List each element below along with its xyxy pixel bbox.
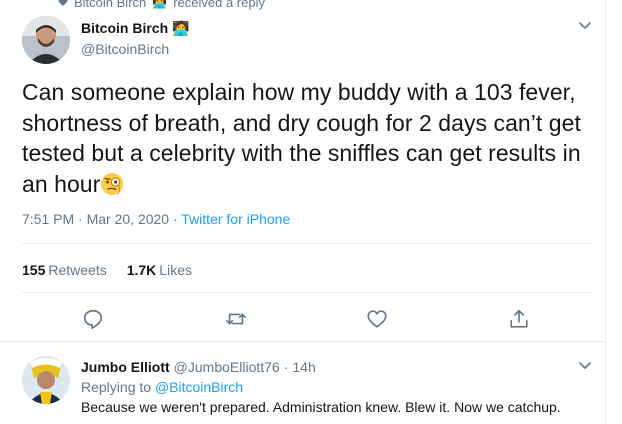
replying-to: Replying to @BitcoinBirch — [81, 379, 243, 395]
retweets-label: Retweets — [48, 262, 107, 278]
share-button[interactable] — [508, 308, 532, 332]
share-icon — [510, 309, 528, 328]
replying-to-label: Replying to — [81, 379, 152, 395]
author-handle[interactable]: @BitcoinBirch — [81, 41, 169, 57]
tweet-actions — [0, 308, 606, 332]
tweet-date[interactable]: Mar 20, 2020 — [87, 211, 170, 227]
meta-separator: · — [78, 211, 83, 227]
reply-author-handle[interactable]: @JumboElliott76 — [174, 359, 280, 375]
divider — [22, 292, 592, 293]
like-button[interactable] — [366, 308, 390, 332]
retweet-icon — [226, 313, 246, 325]
chevron-down-icon[interactable] — [578, 18, 592, 32]
technologist-emoji: 🧑‍💻 — [172, 20, 190, 36]
tweet-text: Can someone explain how my buddy with a … — [22, 77, 592, 199]
avatar[interactable] — [22, 16, 70, 64]
reply-author-name[interactable]: Jumbo Elliott — [81, 359, 170, 375]
main-tweet: Bitcoin Birch 🧑‍💻 @BitcoinBirch Can some… — [0, 0, 606, 340]
retweets-stat[interactable]: 155 Retweets — [22, 262, 107, 278]
tweet-source-link[interactable]: Twitter for iPhone — [181, 211, 290, 227]
replying-to-mention[interactable]: @BitcoinBirch — [155, 379, 243, 395]
chevron-down-icon[interactable] — [578, 358, 592, 372]
meta-separator: · — [172, 211, 178, 227]
tweet-stats: 155 Retweets 1.7K Likes — [22, 262, 192, 278]
reply-tweet[interactable]: Jumbo Elliott @JumboElliott76 · 14h Repl… — [0, 341, 606, 424]
reply-button[interactable] — [82, 308, 106, 332]
reply-text: Because we weren't prepared. Administrat… — [81, 399, 561, 415]
author-display-name[interactable]: Bitcoin Birch — [81, 20, 168, 36]
tweet-meta: 7:51 PM · Mar 20, 2020 · Twitter for iPh… — [22, 211, 290, 227]
tweet-time[interactable]: 7:51 PM — [22, 211, 74, 227]
likes-stat[interactable]: 1.7K Likes — [127, 262, 192, 278]
avatar-photo — [22, 16, 70, 64]
avatar-photo — [22, 356, 70, 404]
avatar[interactable] — [22, 356, 70, 404]
reply-icon — [83, 309, 103, 329]
likes-count: 1.7K — [126, 262, 157, 278]
reply-time[interactable]: 14h — [292, 359, 315, 375]
divider — [22, 243, 592, 244]
likes-label: Likes — [159, 262, 192, 278]
retweet-button[interactable] — [225, 308, 249, 332]
like-icon — [367, 310, 387, 328]
face-with-monocle-emoji — [101, 172, 124, 195]
reply-header: Jumbo Elliott @JumboElliott76 · 14h — [81, 359, 316, 375]
retweets-count: 155 — [22, 262, 46, 278]
author-name-row: Bitcoin Birch 🧑‍💻 — [81, 20, 190, 36]
meta-separator: · — [283, 359, 289, 375]
